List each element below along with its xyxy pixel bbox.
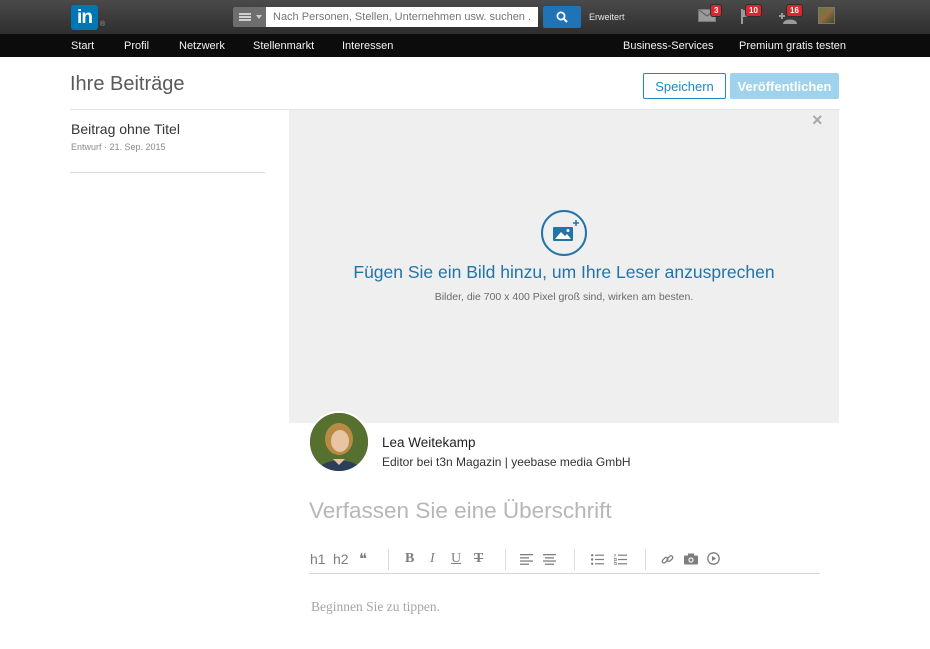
strikethrough-button[interactable]: T [474,551,483,567]
headline-input[interactable]: Verfassen Sie eine Überschrift [309,498,612,524]
image-upload-zone[interactable]: × Fügen Sie ein Bild hinzu, um Ihre Lese… [289,110,839,423]
page: in ® Erweitert 3 10 [0,0,930,649]
invitations-button[interactable]: 16 [779,4,803,29]
nav-item-network[interactable]: Netzwerk [179,40,225,52]
linkedin-logo[interactable]: in [71,5,98,30]
page-title: Ihre Beiträge [70,73,185,95]
align-center-icon[interactable] [543,554,556,565]
nav-item-jobs[interactable]: Stellenmarkt [253,40,314,52]
editor-toolbar: h1 h2 ❝ B I U T [309,549,820,574]
messages-count-badge: 3 [710,4,723,17]
notifications-count-badge: 10 [745,4,762,17]
link-icon[interactable] [661,553,674,566]
image-upload-hint: Bilder, die 700 x 400 Pixel groß sind, w… [434,291,694,303]
draft-meta: Entwurf · 21. Sep. 2015 [71,142,166,152]
toolbar-divider [505,549,506,570]
top-bar: in ® Erweitert 3 10 [0,0,930,34]
add-image-icon [541,210,587,256]
search-category-dropdown[interactable] [233,7,266,27]
author-avatar [308,411,370,473]
camera-icon[interactable] [684,553,698,565]
author-name: Lea Weitekamp [382,435,476,450]
heading1-button[interactable]: h1 [310,551,326,567]
search-icon [556,11,568,23]
account-avatar[interactable] [818,7,835,24]
publish-button[interactable]: Veröffentlichen [730,73,839,99]
caret-down-icon [256,15,262,19]
advanced-search-link[interactable]: Erweitert [589,12,625,22]
search-button[interactable] [543,6,581,28]
underline-button[interactable]: U [451,551,461,567]
close-icon[interactable]: × [812,110,823,131]
menu-icon [239,13,251,21]
image-upload-headline: Fügen Sie ein Bild hinzu, um Ihre Leser … [353,262,775,282]
author-role: Editor bei t3n Magazin | yeebase media G… [382,455,631,469]
logo-registered-mark: ® [100,21,106,28]
nav-item-premium[interactable]: Premium gratis testen [739,40,846,52]
nav-item-business-services[interactable]: Business-Services [623,40,713,52]
heading2-button[interactable]: h2 [333,551,349,567]
search-input[interactable] [266,7,538,27]
align-left-icon[interactable] [520,554,533,565]
bold-button[interactable]: B [405,551,414,567]
toolbar-divider [574,549,575,570]
video-play-icon[interactable] [707,552,720,565]
toolbar-divider [645,549,646,570]
nav-item-start[interactable]: Start [71,40,94,52]
body-input[interactable]: Beginnen Sie zu tippen. [311,599,440,615]
numbered-list-icon[interactable] [614,554,627,565]
quote-button[interactable]: ❝ [359,550,367,568]
invitations-count-badge: 16 [786,4,803,17]
nav-item-interests[interactable]: Interessen [342,40,393,52]
author-photo-graphic [310,413,368,471]
notifications-button[interactable]: 10 [740,4,762,29]
sidebar-divider [70,172,265,173]
bulleted-list-icon[interactable] [591,554,604,565]
italic-button[interactable]: I [430,551,435,567]
draft-title[interactable]: Beitrag ohne Titel [71,121,180,137]
main-nav: Start Profil Netzwerk Stellenmarkt Inter… [0,34,930,57]
messages-button[interactable]: 3 [698,4,723,27]
nav-item-profile[interactable]: Profil [124,40,149,52]
toolbar-divider [388,549,389,570]
save-button[interactable]: Speichern [643,73,726,99]
